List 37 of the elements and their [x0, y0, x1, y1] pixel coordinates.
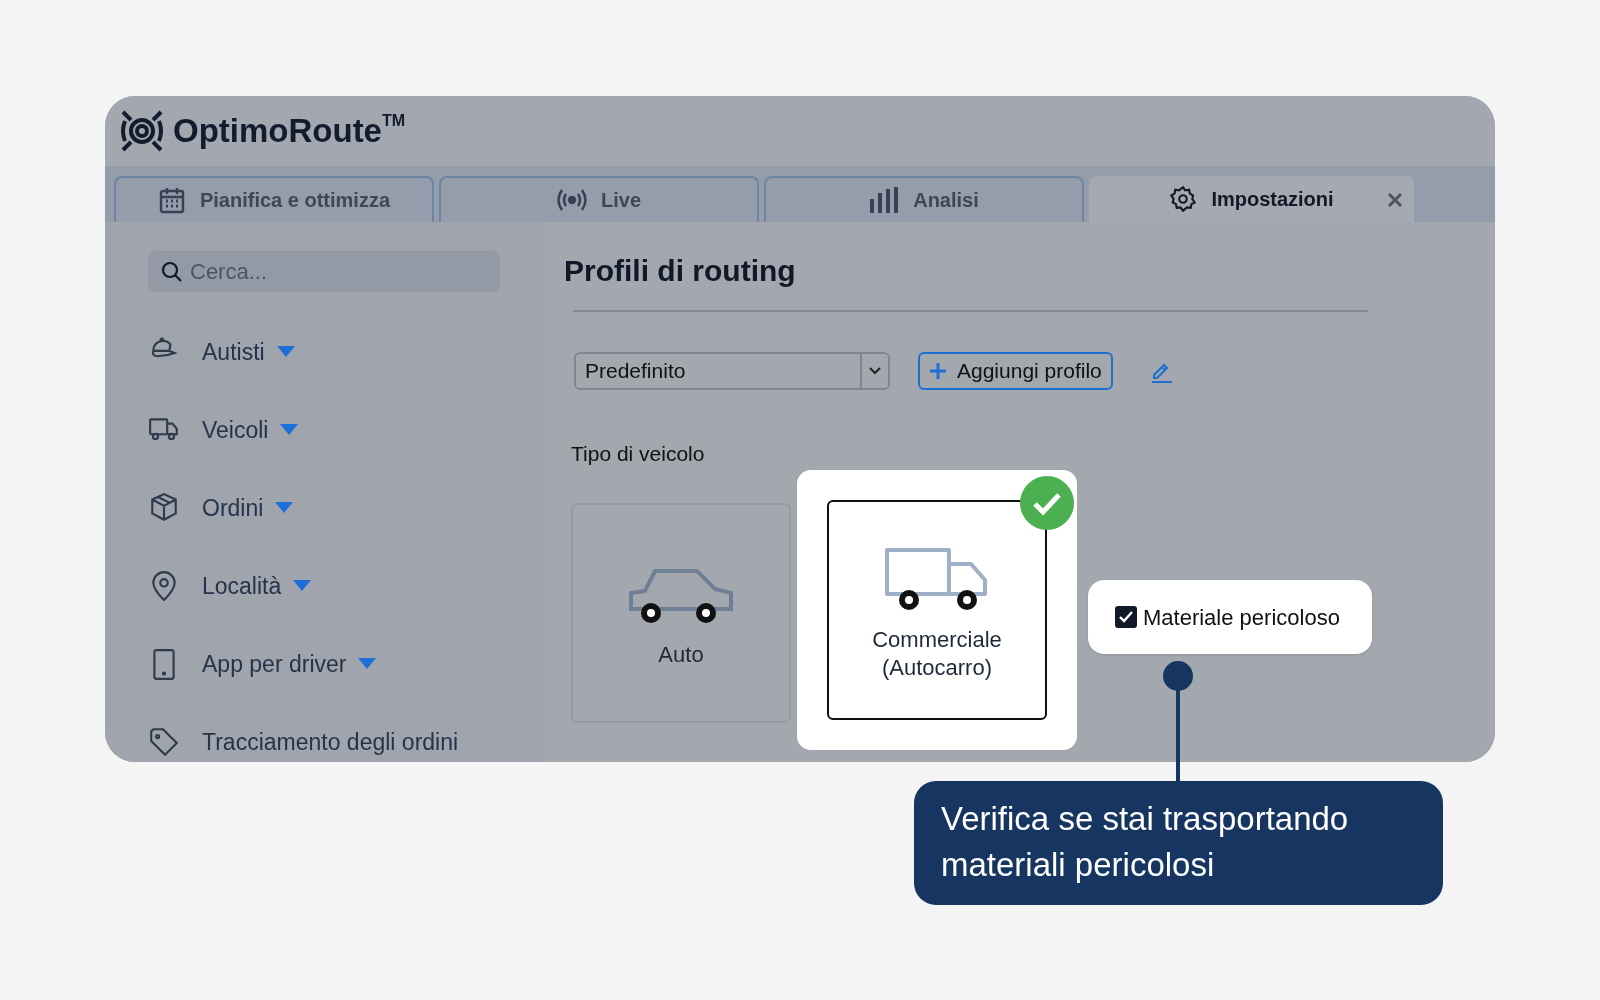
search-field[interactable]: Cerca...	[148, 251, 500, 292]
settings-icon	[1169, 185, 1198, 213]
caret-down-icon[interactable]	[293, 580, 312, 592]
tab[interactable]: Impostazioni	[1089, 176, 1414, 222]
tag-icon	[148, 726, 180, 758]
page-title: Profili di routing	[564, 253, 797, 289]
sidebar-item[interactable]: App per driver	[202, 646, 347, 682]
box-icon	[148, 492, 180, 524]
search-icon	[160, 260, 184, 284]
checkbox[interactable]	[1115, 606, 1137, 628]
broadcast-icon	[557, 188, 587, 212]
vehicle-type-card[interactable]: Auto	[571, 502, 791, 723]
vehicle-type-card[interactable]: Commerciale (Autocarro)	[827, 499, 1047, 720]
caret-down-icon[interactable]	[276, 346, 295, 358]
close-icon[interactable]	[1387, 192, 1403, 208]
checkmark-icon	[1119, 611, 1133, 623]
sidebar-item[interactable]: Tracciamento degli ordini	[202, 724, 459, 760]
caret-down-icon[interactable]	[358, 658, 377, 670]
chevron-down-icon	[868, 366, 882, 376]
tab[interactable]: Analisi	[764, 176, 1084, 222]
sidebar-item[interactable]: Veicoli	[202, 412, 269, 448]
profile-select[interactable]: Predefinito	[574, 352, 890, 390]
logo-icon	[119, 108, 165, 154]
sidebar-item[interactable]: Autisti	[202, 334, 265, 370]
plus-icon	[929, 362, 947, 380]
tab[interactable]: Live	[439, 176, 759, 222]
tooltip-text: Verifica se stai trasportando materiali pericolosi	[914, 781, 1443, 905]
caret-down-icon[interactable]	[275, 502, 294, 514]
tab[interactable]: Pianifica e ottimizza	[114, 176, 434, 222]
section-label: Tipo di veicolo	[571, 441, 706, 467]
caret-down-icon[interactable]	[280, 424, 299, 436]
sidebar-item[interactable]: Località	[202, 568, 282, 604]
bar-chart-icon	[869, 187, 900, 213]
sidebar-item[interactable]: Ordini	[202, 490, 264, 526]
checkbox-label: Materiale pericoloso	[1143, 603, 1340, 632]
add-profile-button[interactable]: Aggiungi profilo	[918, 352, 1113, 390]
calendar-icon	[157, 186, 186, 214]
